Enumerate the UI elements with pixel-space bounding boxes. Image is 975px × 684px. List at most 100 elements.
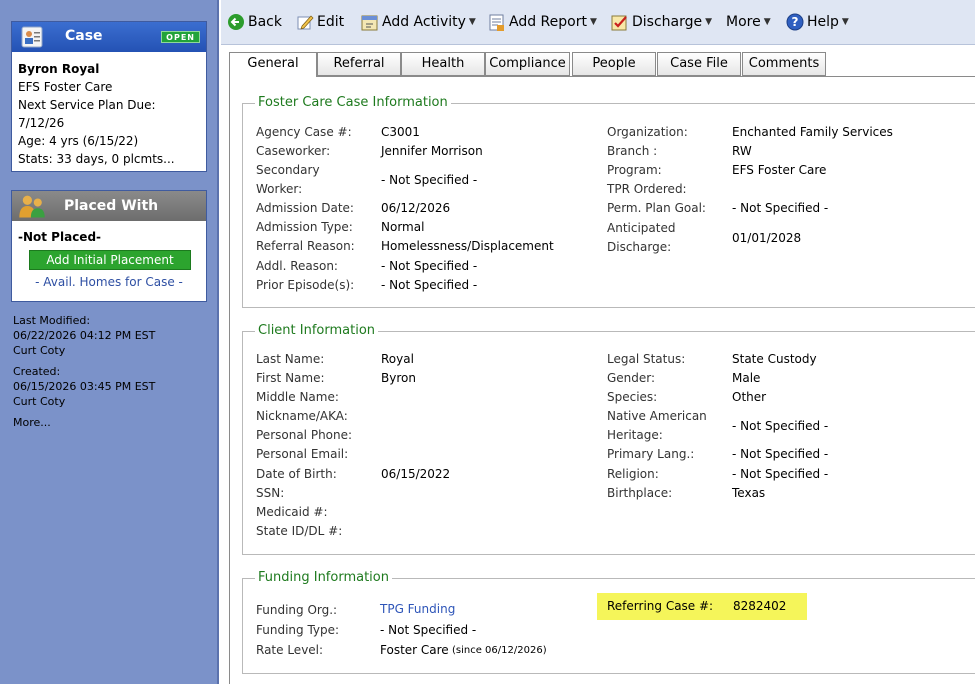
- add-activity-label: Add Activity: [382, 14, 466, 30]
- native-american-label-1: Native American: [607, 409, 707, 423]
- last-modified-label: Last Modified:: [13, 314, 91, 327]
- foster-care-legend: Foster Care Case Information: [255, 95, 451, 111]
- funding-type-label: Funding Type:: [256, 623, 340, 637]
- referral-reason-label: Referral Reason:: [256, 239, 355, 253]
- case-panel: Case OPEN Byron Royal EFS Foster Care Ne…: [11, 21, 207, 172]
- prior-episodes-value: - Not Specified -: [381, 278, 478, 292]
- tpr-ordered-label: TPR Ordered:: [607, 182, 687, 196]
- tab-people[interactable]: People: [572, 52, 656, 76]
- sidebar-more-link[interactable]: More...: [13, 416, 51, 429]
- add-activity-icon: [361, 15, 378, 30]
- species-label: Species:: [607, 390, 658, 404]
- last-name-label: Last Name:: [256, 352, 325, 366]
- avail-homes-link[interactable]: - Avail. Homes for Case -: [12, 275, 206, 289]
- middle-name-label: Middle Name:: [256, 390, 339, 404]
- back-button[interactable]: Back: [227, 11, 282, 33]
- chevron-down-icon: ▼: [705, 17, 713, 27]
- edit-label: Edit: [317, 14, 345, 30]
- placed-with-title: Placed With: [64, 198, 159, 214]
- help-label: Help: [807, 14, 839, 30]
- prior-episodes-label: Prior Episode(s):: [256, 278, 355, 292]
- perm-plan-value: - Not Specified -: [732, 201, 829, 215]
- svg-text:?: ?: [792, 15, 799, 29]
- created-by: Curt Coty: [13, 395, 66, 408]
- discharge-menu[interactable]: Discharge ▼: [610, 11, 712, 33]
- case-program: EFS Foster Care: [18, 80, 113, 94]
- discharge-label: Discharge: [632, 14, 703, 30]
- chevron-down-icon: ▼: [468, 17, 476, 27]
- secondary-worker-label-2: Worker:: [256, 182, 303, 196]
- secondary-worker-label-1: Secondary: [256, 163, 320, 177]
- secondary-worker-value: - Not Specified -: [381, 173, 478, 187]
- perm-plan-label: Perm. Plan Goal:: [607, 201, 706, 215]
- case-panel-title: Case: [65, 28, 103, 44]
- rate-level-since: (since 06/12/2026): [452, 645, 547, 656]
- date-of-birth-value: 06/15/2022: [381, 467, 451, 481]
- anticipated-discharge-label-2: Discharge:: [607, 240, 672, 254]
- religion-value: - Not Specified -: [732, 467, 829, 481]
- gender-label: Gender:: [607, 371, 656, 385]
- back-label: Back: [248, 14, 282, 30]
- birthplace-label: Birthplace:: [607, 486, 673, 500]
- religion-label: Religion:: [607, 467, 659, 481]
- funding-org-link[interactable]: TPG Funding: [380, 600, 455, 619]
- referral-reason-value: Homelessness/Displacement: [381, 239, 554, 253]
- edit-button[interactable]: Edit: [296, 11, 344, 33]
- add-report-menu[interactable]: Add Report ▼: [487, 11, 597, 33]
- birthplace-value: Texas: [732, 486, 766, 500]
- toolbar: Back Edit Add Activity ▼ Add Report ▼ Di…: [221, 0, 975, 45]
- species-value: Other: [732, 390, 767, 404]
- tab-referral[interactable]: Referral: [317, 52, 401, 76]
- tab-case-file[interactable]: Case File: [657, 52, 741, 76]
- tab-comments[interactable]: Comments: [742, 52, 826, 76]
- first-name-value: Byron: [381, 371, 416, 385]
- service-plan-date: 7/12/26: [18, 116, 65, 130]
- created-info: Created: 06/15/2026 03:45 PM EST Curt Co…: [13, 364, 155, 409]
- ssn-label: SSN:: [256, 486, 285, 500]
- anticipated-discharge-label-1: Anticipated: [607, 221, 676, 235]
- referring-case-value: 8282402: [733, 599, 787, 613]
- pencil-icon: [297, 15, 314, 30]
- funding-legend: Funding Information: [255, 570, 392, 586]
- people-icon: [19, 195, 45, 218]
- medicaid-label: Medicaid #:: [256, 505, 328, 519]
- personal-phone-label: Personal Phone:: [256, 428, 353, 442]
- legal-status-label: Legal Status:: [607, 352, 686, 366]
- more-menu[interactable]: More ▼: [726, 11, 771, 33]
- help-icon: ?: [786, 13, 804, 31]
- admission-type-value: Normal: [381, 220, 425, 234]
- tab-general[interactable]: General: [229, 52, 317, 77]
- state-id-label: State ID/DL #:: [256, 524, 343, 538]
- add-activity-menu[interactable]: Add Activity ▼: [360, 11, 476, 33]
- service-plan-label: Next Service Plan Due:: [18, 98, 156, 112]
- help-menu[interactable]: ? Help ▼: [786, 11, 849, 33]
- caseworker-label: Caseworker:: [256, 144, 331, 158]
- last-modified-date: 06/22/2026 04:12 PM EST: [13, 329, 156, 342]
- nickname-label: Nickname/AKA:: [256, 409, 348, 423]
- rate-level-label: Rate Level:: [256, 643, 324, 657]
- referring-case-label: Referring Case #:: [607, 599, 714, 613]
- addl-reason-value: - Not Specified -: [381, 259, 478, 273]
- agency-case-value: C3001: [381, 125, 420, 139]
- add-initial-placement-button[interactable]: Add Initial Placement: [29, 250, 191, 270]
- legal-status-value: State Custody: [732, 352, 817, 366]
- rate-level-value: Foster Care: [380, 643, 449, 657]
- chevron-down-icon: ▼: [589, 17, 597, 27]
- case-stats[interactable]: Stats: 33 days, 0 plcmts...: [18, 150, 200, 168]
- chevron-down-icon: ▼: [841, 17, 849, 27]
- primary-lang-label: Primary Lang.:: [607, 447, 695, 461]
- addl-reason-label: Addl. Reason:: [256, 259, 338, 273]
- last-name-value: Royal: [381, 352, 414, 366]
- last-modified-info: Last Modified: 06/22/2026 04:12 PM EST C…: [13, 313, 155, 358]
- client-name: Byron Royal: [18, 62, 100, 76]
- tab-compliance[interactable]: Compliance: [485, 52, 570, 76]
- last-modified-by: Curt Coty: [13, 344, 66, 357]
- date-of-birth-label: Date of Birth:: [256, 467, 337, 481]
- placed-with-panel: Placed With -Not Placed- Add Initial Pla…: [11, 190, 207, 302]
- agency-case-label: Agency Case #:: [256, 125, 352, 139]
- back-arrow-icon: [228, 14, 244, 30]
- branch-label: Branch :: [607, 144, 658, 158]
- discharge-check-icon: [611, 15, 627, 30]
- tab-health[interactable]: Health: [401, 52, 485, 76]
- case-file-icon: [21, 26, 43, 48]
